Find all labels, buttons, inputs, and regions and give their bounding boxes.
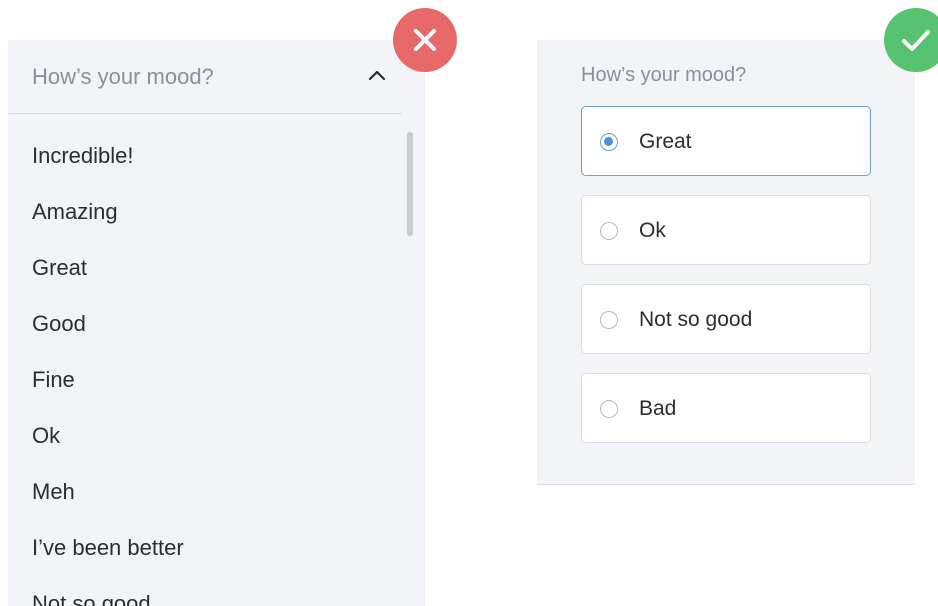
mood-dropdown-options: Incredible! Amazing Great Good Fine Ok M… (8, 128, 388, 606)
bad-example-badge (393, 8, 457, 72)
radio-button-selected[interactable] (600, 133, 618, 151)
radio-option-bad[interactable]: Bad (581, 373, 871, 443)
radio-option-label: Not so good (639, 308, 753, 331)
radio-option-not-so-good[interactable]: Not so good (581, 284, 871, 354)
dropdown-option-great[interactable]: Great (8, 240, 388, 296)
mood-dropdown-panel: How’s your mood? Incredible! Amazing Gre… (8, 40, 425, 606)
dropdown-option-incredible[interactable]: Incredible! (8, 128, 388, 184)
good-example-badge (884, 8, 938, 72)
dropdown-option-good[interactable]: Good (8, 296, 388, 352)
chevron-up-icon[interactable] (364, 62, 390, 88)
dropdown-option-ok[interactable]: Ok (8, 408, 388, 464)
dropdown-option-fine[interactable]: Fine (8, 352, 388, 408)
radio-option-ok[interactable]: Ok (581, 195, 871, 265)
dropdown-option-meh[interactable]: Meh (8, 464, 388, 520)
radio-option-great[interactable]: Great (581, 106, 871, 176)
radio-option-label: Ok (639, 219, 666, 242)
radio-button[interactable] (600, 222, 618, 240)
dropdown-option-been-better[interactable]: I’ve been better (8, 520, 388, 576)
checkmark-icon (902, 30, 930, 51)
dropdown-option-amazing[interactable]: Amazing (8, 184, 388, 240)
dropdown-scrollbar[interactable] (407, 132, 413, 236)
mood-dropdown-header[interactable]: How’s your mood? (8, 40, 402, 114)
close-icon (414, 29, 436, 51)
mood-radio-label: How’s your mood? (581, 64, 747, 86)
mood-radio-panel: How’s your mood? Great Ok Not so good Ba… (537, 40, 915, 485)
dropdown-option-not-so-good[interactable]: Not so good (8, 576, 388, 606)
mood-dropdown-label: How’s your mood? (32, 64, 214, 89)
radio-button[interactable] (600, 311, 618, 329)
radio-option-label: Great (639, 130, 692, 153)
radio-button[interactable] (600, 400, 618, 418)
radio-option-label: Bad (639, 397, 677, 420)
